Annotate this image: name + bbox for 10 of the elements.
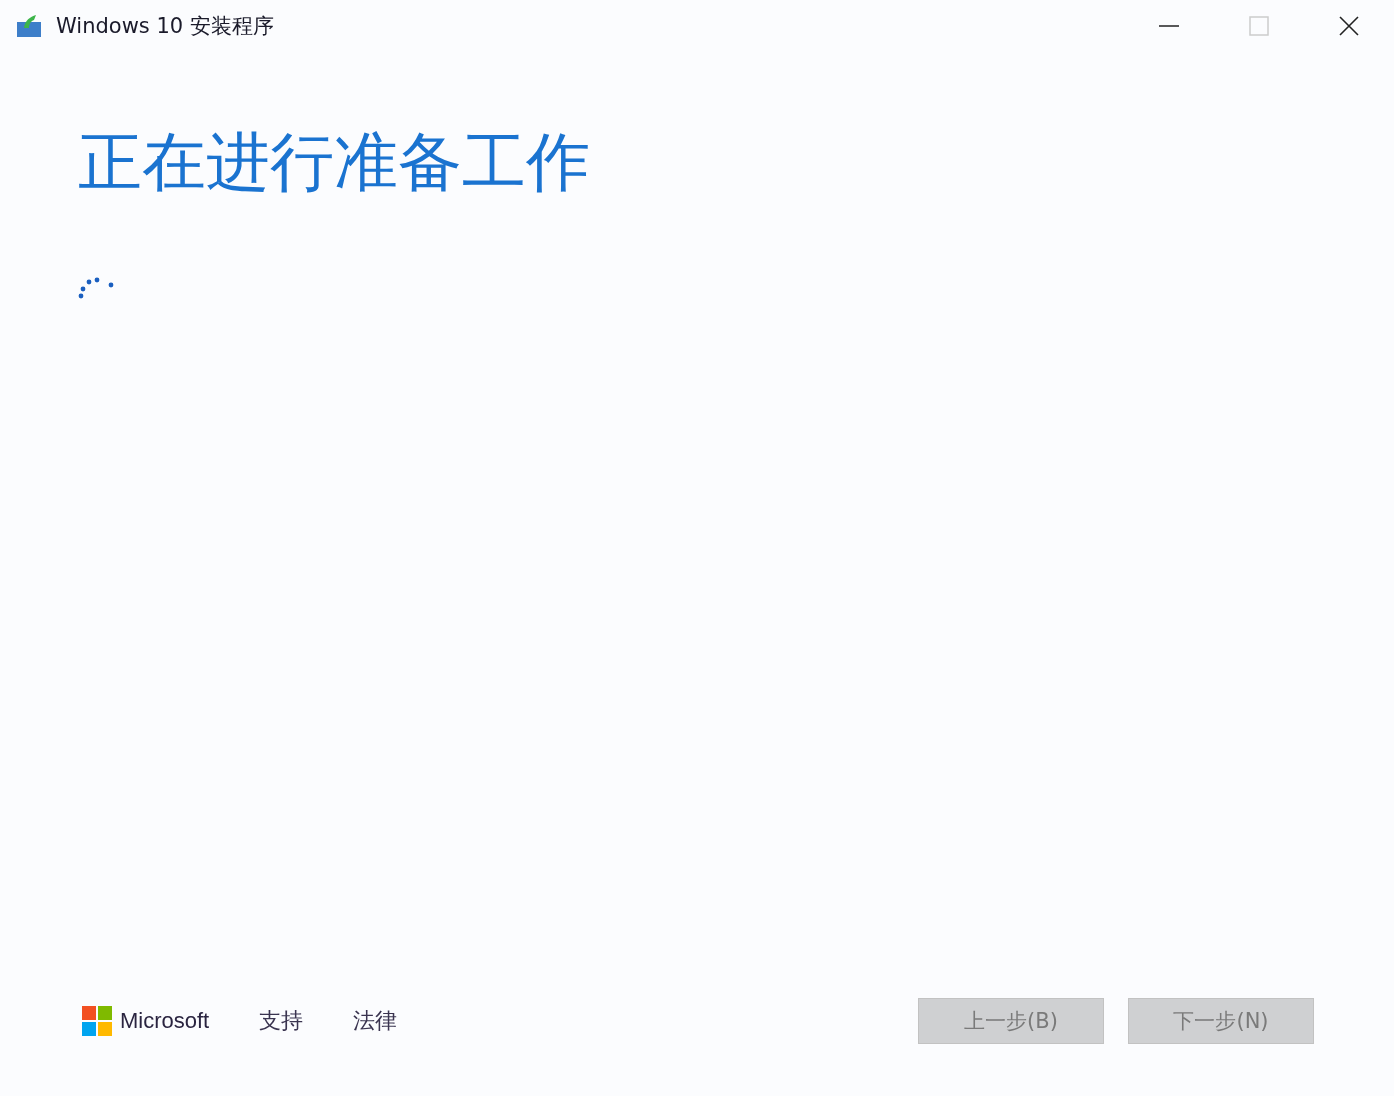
- footer-link[interactable]: 法律: [353, 1006, 398, 1036]
- minimize-icon: [1159, 25, 1179, 27]
- close-icon: [1339, 16, 1359, 36]
- setup-app-icon: [16, 14, 42, 38]
- microsoft-logo-icon: [82, 1006, 112, 1036]
- page-heading: 正在进行准备工作: [78, 124, 590, 201]
- window-title: Windows 10 安装程序: [56, 13, 274, 40]
- footer-link[interactable]: 支持: [259, 1006, 304, 1036]
- maximize-icon: [1249, 16, 1269, 36]
- brand-name: Microsoft: [120, 1008, 210, 1034]
